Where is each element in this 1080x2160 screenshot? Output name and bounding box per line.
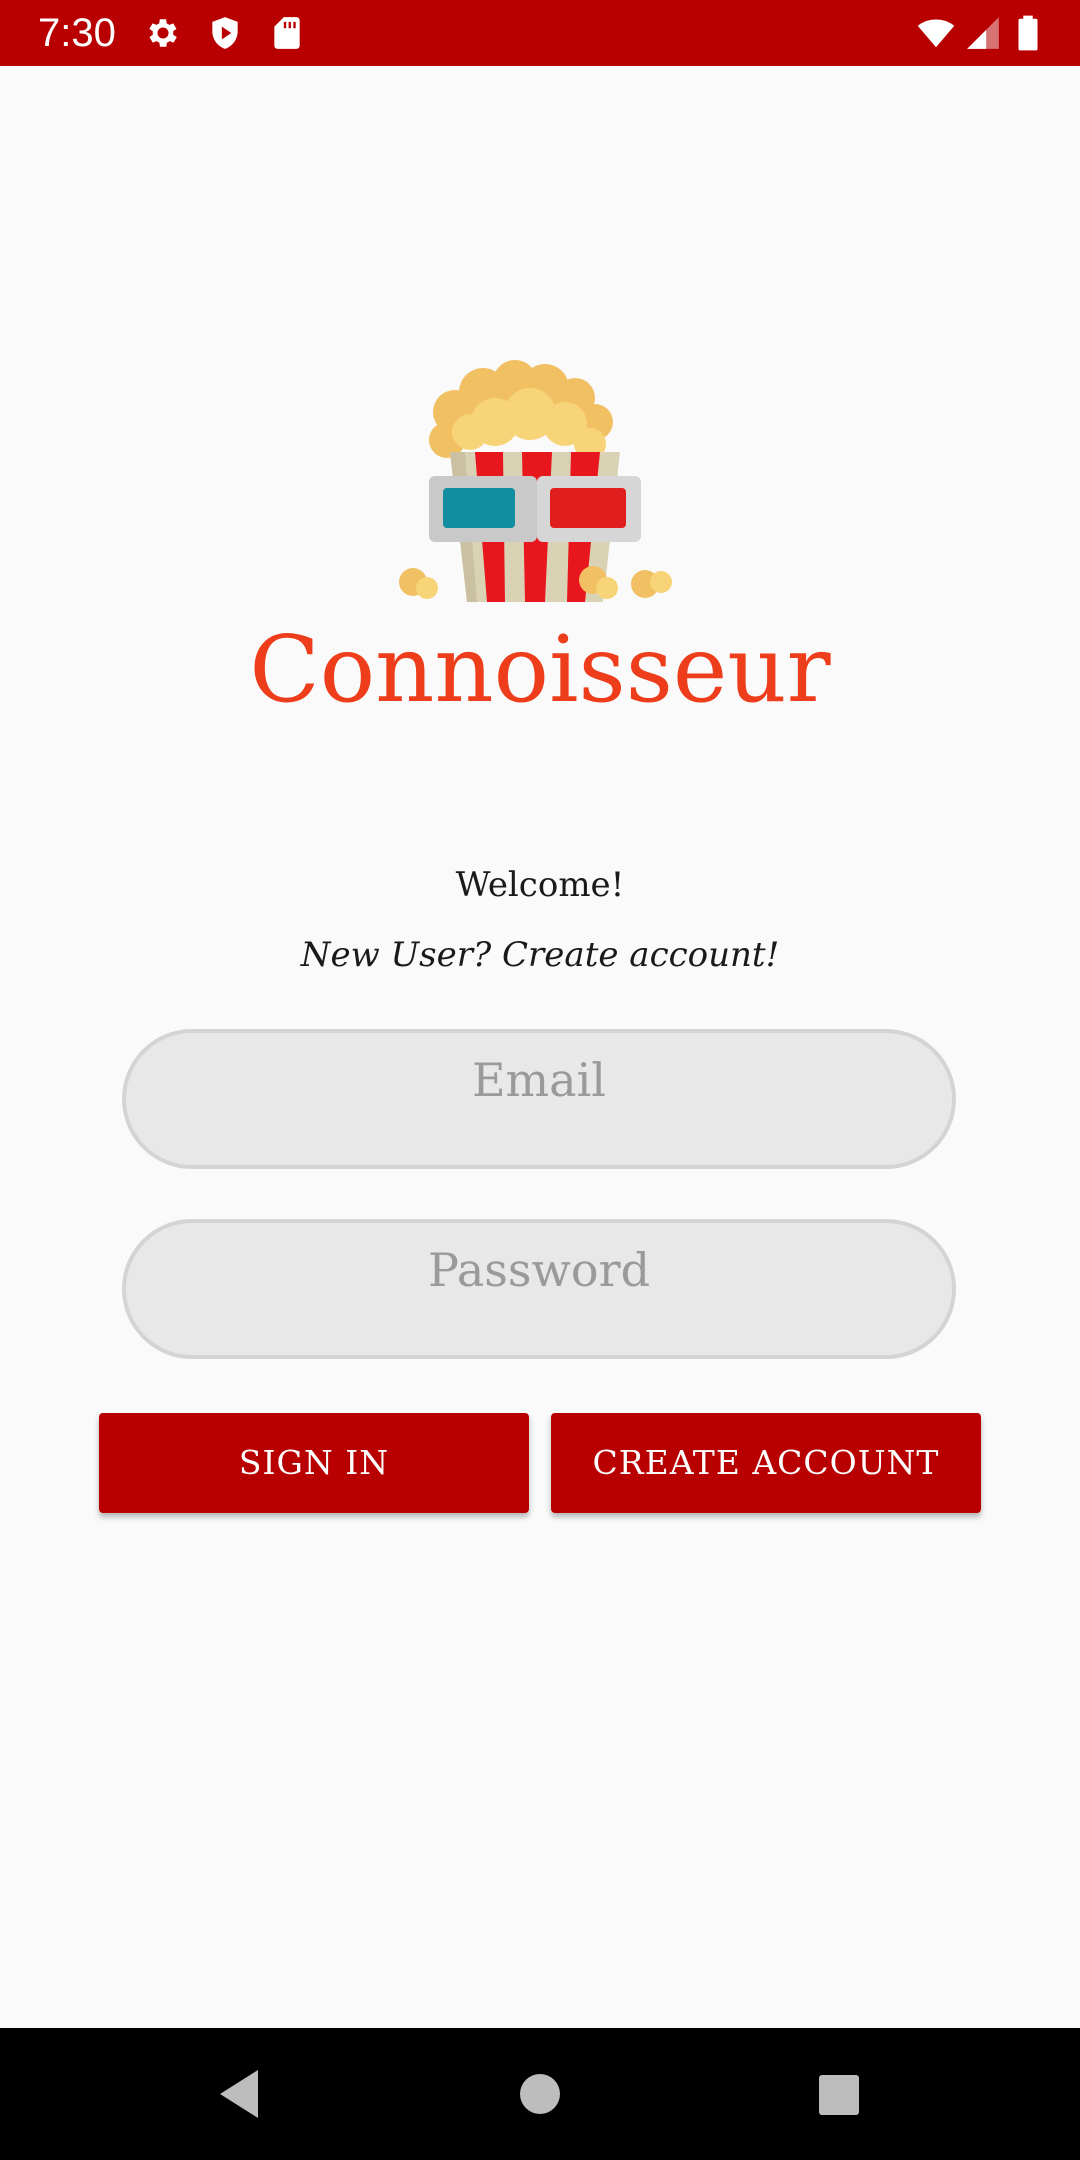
sd-card-icon: [268, 14, 306, 52]
status-bar: 7:30: [0, 0, 1080, 66]
create-account-button[interactable]: CREATE ACCOUNT: [551, 1413, 981, 1513]
new-user-text: New User? Create account!: [300, 935, 780, 975]
email-field-container: [122, 1029, 956, 1169]
cell-signal-icon: [964, 14, 1002, 52]
app-title: Connoisseur: [249, 616, 831, 723]
sign-in-button[interactable]: SIGN IN: [99, 1413, 529, 1513]
popcorn-3d-glasses-icon: [395, 352, 685, 607]
status-time: 7:30: [38, 11, 116, 55]
shield-icon: [206, 14, 244, 52]
email-field[interactable]: [126, 1033, 952, 1165]
recents-icon[interactable]: [808, 2064, 868, 2124]
gear-icon: [144, 14, 182, 52]
login-screen: 7:30 Connoisseur Welcome! New User? Crea…: [0, 0, 1080, 2160]
home-icon[interactable]: [510, 2064, 570, 2124]
password-field-container: [122, 1219, 956, 1359]
back-icon[interactable]: [210, 2064, 270, 2124]
battery-icon: [1012, 14, 1044, 52]
wifi-icon: [914, 14, 958, 52]
password-field[interactable]: [126, 1223, 952, 1355]
navigation-bar: [0, 2028, 1080, 2160]
welcome-text: Welcome!: [455, 865, 625, 905]
